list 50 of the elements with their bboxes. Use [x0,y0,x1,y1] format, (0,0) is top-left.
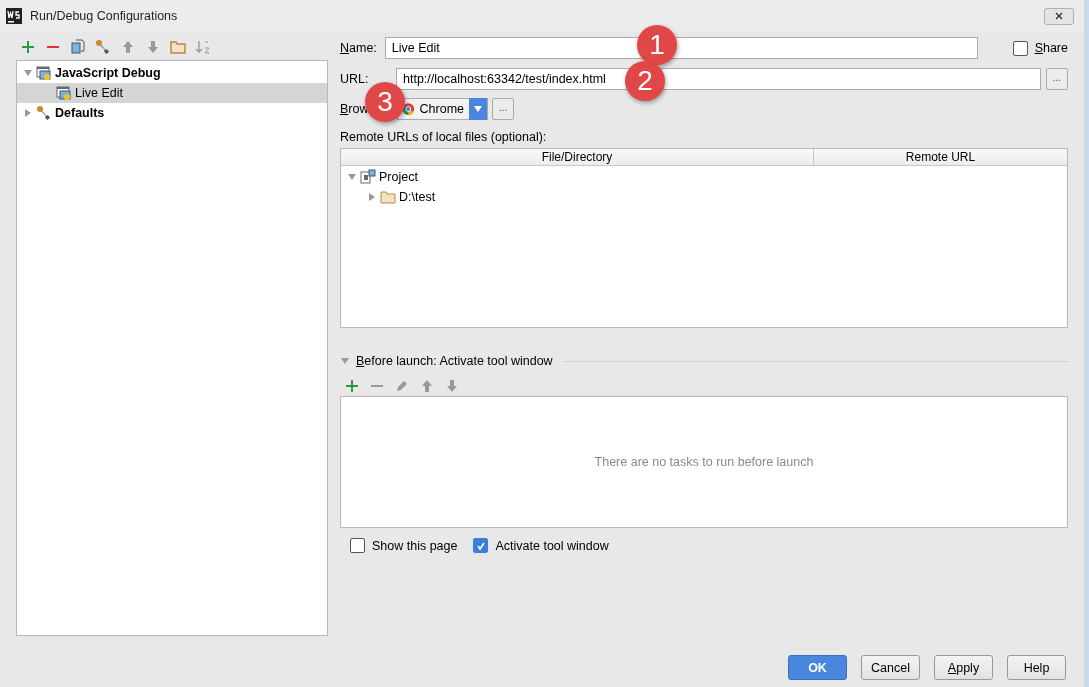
pencil-icon[interactable] [394,378,410,394]
dialog-button[interactable]: Cancel [861,655,920,680]
add-icon[interactable] [20,39,36,55]
name-label: Name: [340,41,377,55]
share-label: Share [1034,41,1068,55]
option-checkbox[interactable] [473,538,489,553]
column-header[interactable]: Remote URL [814,149,1067,165]
dialog-button[interactable]: Help [1007,655,1066,680]
up-arrow-icon[interactable] [419,378,435,394]
dropdown-arrow-icon [474,106,482,112]
tree-item[interactable]: JavaScript Debug [17,63,327,83]
collapse-arrow-icon[interactable] [340,356,350,366]
browser-settings-button[interactable]: ... [492,98,514,120]
collapse-arrow-icon[interactable] [23,68,33,78]
project-icon [360,169,376,185]
down-arrow-icon[interactable] [444,378,460,394]
tree-item[interactable]: Project [341,167,1067,187]
folder-icon[interactable] [170,39,186,55]
close-icon [1055,12,1063,20]
column-header[interactable]: File/Directory [341,149,814,165]
remote-urls-label: Remote URLs of local files (optional): [340,130,548,144]
down-arrow-icon[interactable] [145,39,161,55]
folder-icon [380,189,396,205]
before-launch-title[interactable]: Before launch: Activate tool window [356,354,553,368]
number-callout: 2 [625,61,665,101]
copy-icon[interactable] [70,39,86,55]
collapse-arrow-icon[interactable] [347,172,357,182]
dialog-button[interactable]: Apply [934,655,993,680]
app-logo-icon [6,8,22,24]
tree-item[interactable]: D:\test [341,187,1067,207]
option-checkbox[interactable] [350,538,365,553]
browse-button[interactable]: ... [1046,68,1068,90]
config-window-icon [36,65,52,81]
browser-dropdown[interactable]: Chrome [397,98,488,120]
option-label: Activate tool window [495,538,609,553]
window-title: Run/Debug Configurations [30,9,179,23]
dialog-button[interactable]: OK [788,655,847,680]
tree-item[interactable]: Defaults [17,103,327,123]
expand-arrow-icon[interactable] [23,108,33,118]
option-label: Show this page [372,538,458,553]
up-arrow-icon[interactable] [120,39,136,55]
share-checkbox[interactable] [1012,40,1028,56]
add-icon[interactable] [344,378,360,394]
close-button[interactable] [1044,7,1074,25]
empty-message: There are no tasks to run before launch [594,455,814,469]
sort-icon[interactable] [195,39,211,55]
check-icon [476,540,486,551]
config-window-icon [56,85,72,101]
tree-item[interactable]: Live Edit [17,83,327,103]
expand-arrow-icon[interactable] [367,192,377,202]
